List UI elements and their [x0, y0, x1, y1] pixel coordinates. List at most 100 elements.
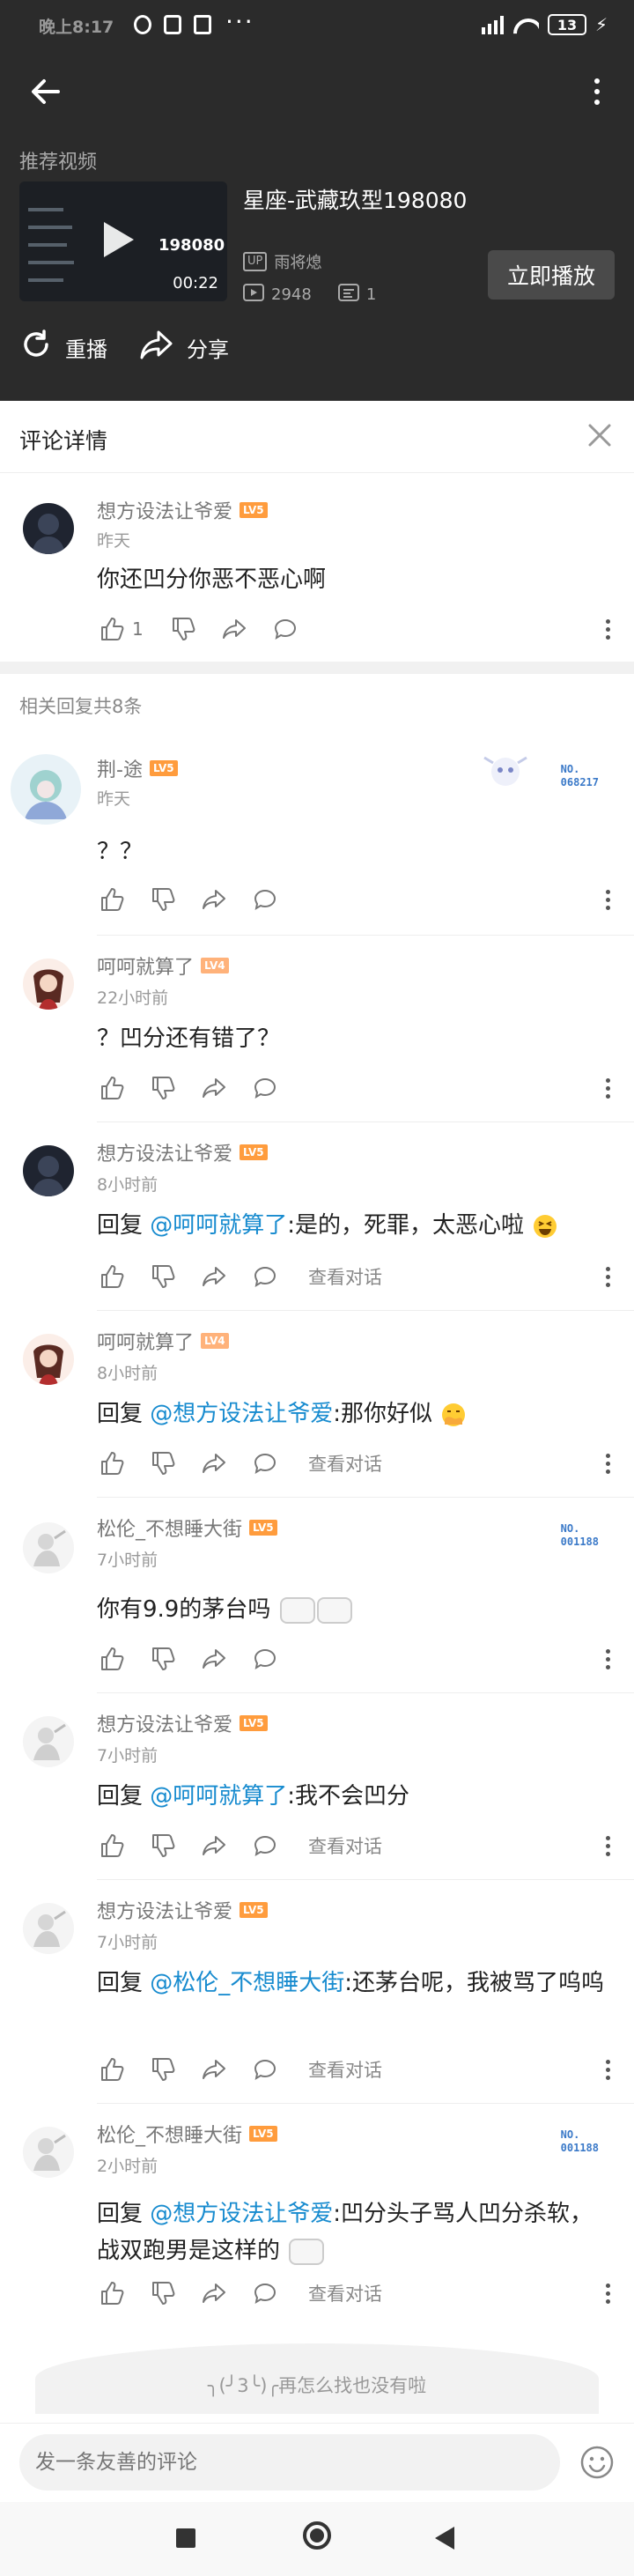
comment-username[interactable]: 想方设法让爷爱 LV5 [97, 1709, 268, 1737]
video-duration: 00:22 [173, 274, 218, 292]
view-conversation-link[interactable]: 查看对话 [308, 1263, 382, 1290]
thumbs-up-icon[interactable] [97, 1831, 127, 1861]
comment-username[interactable]: 想方设法让爷爱 LV5 [97, 1138, 268, 1166]
more-vertical-icon[interactable] [599, 1644, 616, 1674]
thumbs-down-icon[interactable] [148, 1073, 178, 1103]
comment-time: 8小时前 [97, 1175, 158, 1195]
view-conversation-link[interactable]: 查看对话 [308, 2056, 382, 2083]
avatar[interactable] [23, 1903, 74, 1954]
view-conversation-link[interactable]: 查看对话 [308, 1450, 382, 1477]
comment-bubble-icon[interactable] [250, 1073, 280, 1103]
back-arrow-icon[interactable] [26, 72, 65, 111]
username-text: 想方设法让爷爱 [97, 1714, 233, 1736]
mention-link[interactable]: @呵呵就算了 [150, 1212, 287, 1239]
comment-bubble-icon[interactable] [250, 2278, 280, 2308]
tv-emoji-icon [279, 1596, 315, 1624]
comment-bubble-icon[interactable] [250, 1448, 280, 1478]
thumbs-up-icon[interactable] [97, 2054, 127, 2084]
comment-bubble-icon[interactable] [270, 614, 300, 644]
section-divider [0, 662, 634, 674]
thumbs-down-icon[interactable] [148, 1262, 178, 1292]
mention-link[interactable]: @想方设法让爷爱 [150, 1401, 333, 1427]
thumbs-up-icon[interactable] [97, 614, 127, 644]
thumbs-down-icon[interactable] [148, 2278, 178, 2308]
more-vertical-icon[interactable] [599, 1448, 616, 1478]
thumbs-down-icon[interactable] [168, 614, 198, 644]
comment-bubble-icon[interactable] [250, 885, 280, 914]
video-title[interactable]: 星座-武藏玖型198080 [243, 183, 467, 215]
avatar[interactable] [23, 1522, 74, 1573]
comment-username[interactable]: 松伦_不想睡大街 LV5 [97, 2120, 277, 2148]
play-now-button[interactable]: 立即播放 [488, 250, 615, 300]
avatar[interactable] [23, 1145, 74, 1196]
comment-time: 昨天 [97, 789, 131, 809]
share-arrow-icon[interactable] [199, 885, 229, 914]
share-arrow-icon[interactable] [199, 1448, 229, 1478]
wifi-icon [512, 15, 539, 34]
close-icon[interactable] [585, 420, 615, 450]
thumbs-down-icon[interactable] [148, 2054, 178, 2084]
uploader-name[interactable]: 雨将熄 [274, 250, 321, 273]
comment-input[interactable] [19, 2434, 560, 2491]
emoji-icon[interactable] [579, 2445, 615, 2480]
more-vertical-icon[interactable] [599, 885, 616, 914]
thumbs-up-icon[interactable] [97, 2278, 127, 2308]
avatar[interactable] [23, 1334, 74, 1385]
share-arrow-icon[interactable] [199, 2278, 229, 2308]
mention-link[interactable]: @松伦_不想睡大街 [150, 1970, 344, 1996]
share-arrow-icon[interactable] [199, 1262, 229, 1292]
view-conversation-link[interactable]: 查看对话 [308, 2280, 382, 2306]
thumbs-up-icon[interactable] [97, 1262, 127, 1292]
share-arrow-icon[interactable] [199, 1073, 229, 1103]
avatar[interactable] [11, 754, 81, 825]
share-arrow-icon[interactable] [199, 2054, 229, 2084]
mention-link[interactable]: @想方设法让爷爱 [150, 2201, 333, 2227]
thumbs-up-icon[interactable] [97, 1073, 127, 1103]
comment-bubble-icon[interactable] [250, 1262, 280, 1292]
avatar[interactable] [23, 503, 74, 554]
thumbs-down-icon[interactable] [148, 1448, 178, 1478]
back-triangle-icon[interactable] [435, 2527, 454, 2550]
thumbs-up-icon[interactable] [97, 885, 127, 914]
video-thumbnail[interactable]: 198080 00:22 [19, 181, 227, 301]
home-icon[interactable] [303, 2521, 331, 2550]
thumbs-up-icon[interactable] [97, 1448, 127, 1478]
notification-icon [134, 15, 151, 34]
share-button[interactable]: 分享 [139, 328, 229, 366]
recent-apps-icon[interactable] [176, 2528, 195, 2548]
more-vertical-icon[interactable] [599, 1262, 616, 1292]
mention-link[interactable]: @呵呵就算了 [150, 1783, 287, 1810]
comment-bubble-icon[interactable] [250, 1831, 280, 1861]
thumbs-up-icon[interactable] [97, 1644, 127, 1674]
status-right: 13 ⚡ [481, 14, 608, 35]
status-bar: 晚上8:17 ··· 13 ⚡ [0, 0, 634, 55]
replay-button[interactable]: 重播 [19, 328, 107, 366]
thumbs-down-icon[interactable] [148, 1831, 178, 1861]
comment-username[interactable]: 呵呵就算了 LV4 [97, 1327, 229, 1355]
more-vertical-icon[interactable] [599, 614, 616, 644]
view-conversation-link[interactable]: 查看对话 [308, 1832, 382, 1859]
thumbs-down-icon[interactable] [148, 885, 178, 914]
comment-username[interactable]: 呵呵就算了 LV4 [97, 951, 229, 980]
more-vertical-icon[interactable] [599, 1073, 616, 1103]
share-arrow-icon[interactable] [199, 1644, 229, 1674]
share-arrow-icon[interactable] [219, 614, 249, 644]
more-vertical-icon[interactable] [578, 72, 616, 111]
comment-username[interactable]: 松伦_不想睡大街 LV5 [97, 1514, 277, 1542]
thumbs-down-icon[interactable] [148, 1644, 178, 1674]
comment-username[interactable]: 想方设法让爷爱 LV5 [97, 496, 268, 524]
comment-bubble-icon[interactable] [250, 1644, 280, 1674]
comment-username[interactable]: 荆-途 LV5 [97, 754, 178, 782]
play-icon[interactable] [104, 222, 134, 257]
more-vertical-icon[interactable] [599, 1831, 616, 1861]
share-arrow-icon[interactable] [199, 1831, 229, 1861]
avatar[interactable] [23, 2127, 74, 2178]
thumbnail-score: 198080 [158, 236, 225, 255]
more-vertical-icon[interactable] [599, 2054, 616, 2084]
comment-bubble-icon[interactable] [250, 2054, 280, 2084]
reply-item: 松伦_不想睡大街 LV5 NO. 001188 7小时前 你有9.9的茅台吗 [0, 1498, 634, 1693]
avatar[interactable] [23, 959, 74, 1010]
avatar[interactable] [23, 1716, 74, 1767]
more-vertical-icon[interactable] [599, 2278, 616, 2308]
comment-username[interactable]: 想方设法让爷爱 LV5 [97, 1896, 268, 1924]
